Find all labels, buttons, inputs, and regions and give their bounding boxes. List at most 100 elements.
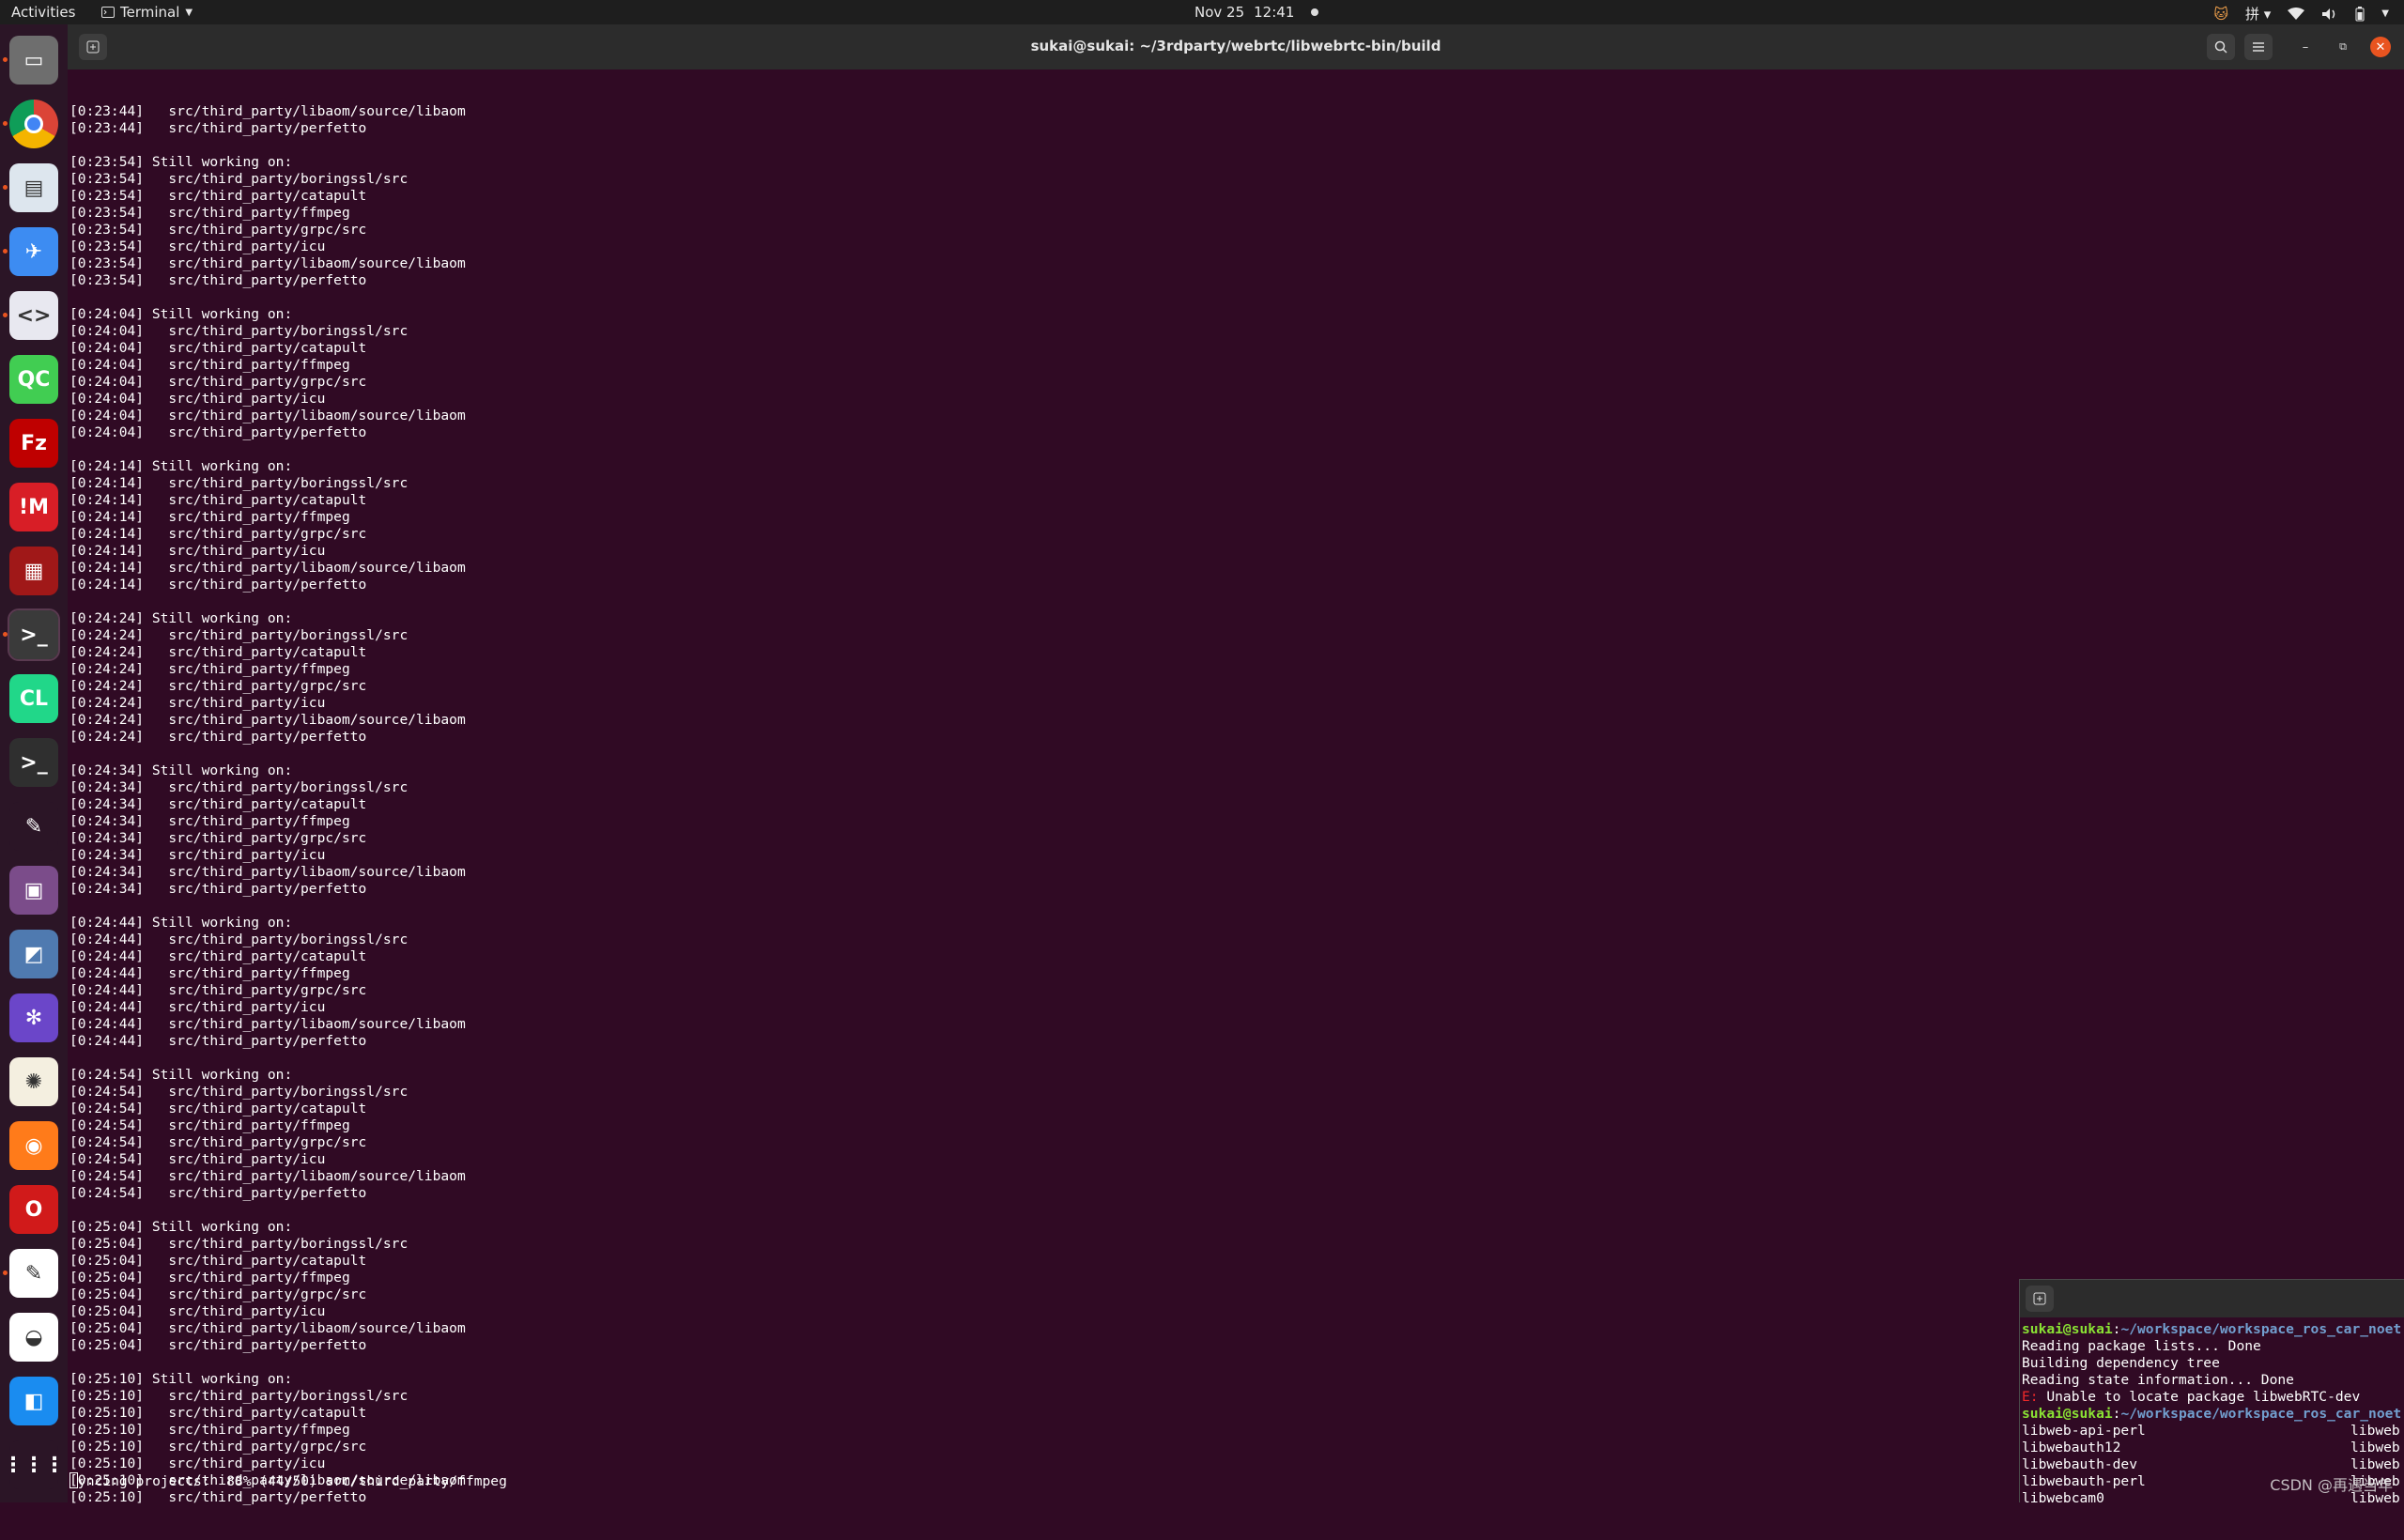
package-name: libwebcam0 xyxy=(2022,1490,2104,1502)
terminal-line xyxy=(69,441,2134,458)
dock-rviz-icon[interactable]: ◒ xyxy=(9,1313,58,1362)
dock-firefox-icon[interactable]: ◉ xyxy=(9,1121,58,1170)
terminal-line: [0:24:44] src/third_party/boringssl/src xyxy=(69,932,2134,948)
terminal-line: [0:24:14] Still working on: xyxy=(69,458,2134,475)
status-line: yncing projects: 88% (44/50) src/third_p… xyxy=(69,1472,507,1490)
dock-opera-icon[interactable]: O xyxy=(9,1185,58,1234)
terminal-line: [0:23:44] src/third_party/perfetto xyxy=(69,120,2134,137)
terminal-line: [0:24:44] src/third_party/grpc/src xyxy=(69,982,2134,999)
running-indicator xyxy=(3,313,8,317)
terminal-line: [0:24:54] src/third_party/catapult xyxy=(69,1101,2134,1117)
search-button[interactable] xyxy=(2207,34,2235,60)
terminal-line: [0:24:34] src/third_party/catapult xyxy=(69,796,2134,813)
dock-clion-icon[interactable]: CL xyxy=(9,674,58,723)
dock-qt-creator-icon[interactable]: QC xyxy=(9,355,58,404)
terminal-lines: [0:23:44] src/third_party/libaom/source/… xyxy=(68,69,2134,1540)
prompt-line: sukai@sukai:~/workspace/workspace_ros_ca… xyxy=(2022,1321,2404,1338)
cursor xyxy=(69,1472,78,1488)
package-name: libwebauth12 xyxy=(2022,1440,2120,1455)
terminal-line: [0:25:10] Still working on: xyxy=(69,1371,2134,1388)
dock: ▭ ▤ ✈ <> QC Fz !M ▦ >_ CL >_ ✎ ▣ ◩ ✻ ✺ ◉ O ✎ ◒ ◧ ⋮⋮⋮ xyxy=(0,24,68,1502)
system-tray: 🐱 拼 ▾ ▼ xyxy=(2213,4,2389,23)
terminal-line xyxy=(69,137,2134,154)
restore-icon: ⧉ xyxy=(2339,40,2347,54)
terminal-line: [0:24:14] src/third_party/libaom/source/… xyxy=(69,560,2134,577)
dock-lark-icon[interactable]: ◧ xyxy=(9,1377,58,1425)
input-method-indicator[interactable]: 拼 ▾ xyxy=(2245,4,2271,23)
error-line: E: Unable to locate package libwebRTC-de… xyxy=(2022,1389,2404,1406)
dock-screen-recorder-icon[interactable]: ▦ xyxy=(9,547,58,595)
minimize-button[interactable]: – xyxy=(2295,37,2316,57)
terminal-line: [0:25:10] src/third_party/boringssl/src xyxy=(69,1388,2134,1405)
dock-settings-tool-icon[interactable]: ✺ xyxy=(9,1057,58,1106)
terminal-line: [0:25:04] src/third_party/boringssl/src xyxy=(69,1236,2134,1253)
terminal-line: [0:25:10] src/third_party/catapult xyxy=(69,1405,2134,1422)
terminal-line: [0:25:10] src/third_party/icu xyxy=(69,1455,2134,1472)
dock-files-icon[interactable]: ▭ xyxy=(9,36,58,85)
terminal-line: [0:24:04] src/third_party/perfetto xyxy=(69,424,2134,441)
clock-time: 12:41 xyxy=(1254,4,1294,21)
terminal-line: [0:24:24] src/third_party/grpc/src xyxy=(69,678,2134,695)
new-tab-icon xyxy=(2033,1292,2046,1305)
dock-gimp-icon[interactable]: ✎ xyxy=(9,802,58,851)
terminal-line: [0:24:34] src/third_party/ffmpeg xyxy=(69,813,2134,830)
hamburger-menu-button[interactable] xyxy=(2244,34,2273,60)
terminal-line: [0:23:54] Still working on: xyxy=(69,154,2134,171)
terminal-line: [0:24:34] src/third_party/grpc/src xyxy=(69,830,2134,847)
dock-terminal-icon[interactable]: >_ xyxy=(9,610,58,659)
volume-icon[interactable] xyxy=(2321,8,2338,21)
dock-code-editor-icon[interactable]: <> xyxy=(9,291,58,340)
package-name-right: libweb xyxy=(2350,1440,2400,1456)
app-menu[interactable]: Terminal ▼ xyxy=(101,4,193,21)
terminal-line: [0:25:04] src/third_party/libaom/source/… xyxy=(69,1320,2134,1337)
clock[interactable]: Nov 25 12:41 xyxy=(1194,4,1318,21)
maximize-button[interactable]: ⧉ xyxy=(2333,37,2353,57)
dock-filezilla-icon[interactable]: Fz xyxy=(9,419,58,468)
wifi-icon[interactable] xyxy=(2288,8,2304,21)
terminal-line: [0:24:04] src/third_party/libaom/source/… xyxy=(69,408,2134,424)
window-title: sukai@sukai: ~/3rdparty/webrtc/libwebrtc… xyxy=(68,38,2404,54)
terminal-line: [0:25:10] src/third_party/ffmpeg xyxy=(69,1422,2134,1439)
running-indicator xyxy=(3,121,8,126)
output-line: Building dependency tree xyxy=(2022,1355,2404,1372)
terminal-line: [0:24:34] Still working on: xyxy=(69,762,2134,779)
clock-date: Nov 25 xyxy=(1194,4,1244,21)
terminal-line: [0:23:54] src/third_party/icu xyxy=(69,239,2134,255)
terminal-line: [0:24:44] src/third_party/perfetto xyxy=(69,1033,2134,1050)
terminal-line: [0:24:04] src/third_party/catapult xyxy=(69,340,2134,357)
package-name: libwebauth-dev xyxy=(2022,1456,2137,1472)
terminal-line: [0:24:14] src/third_party/perfetto xyxy=(69,577,2134,593)
terminal-line: [0:24:14] src/third_party/boringssl/src xyxy=(69,475,2134,492)
dock-terminal-2-icon[interactable]: >_ xyxy=(9,738,58,787)
dock-slack-like-icon[interactable]: ✻ xyxy=(9,993,58,1042)
terminal-line xyxy=(69,746,2134,762)
dock-text-editor-icon[interactable]: ✎ xyxy=(9,1249,58,1298)
watermark: CSDN @再遇当年 xyxy=(2270,1472,2393,1495)
terminal-line xyxy=(69,898,2134,915)
app-menu-label: Terminal xyxy=(120,4,179,21)
secondary-terminal-window[interactable]: sukai@sukai:~/workspace/workspace_ros_ca… xyxy=(2019,1279,2404,1502)
dock-video-player-icon[interactable]: ▣ xyxy=(9,866,58,915)
terminal-line: [0:23:54] src/third_party/boringssl/src xyxy=(69,171,2134,188)
activities-button[interactable]: Activities xyxy=(11,4,75,21)
battery-icon[interactable] xyxy=(2355,7,2365,22)
dock-chrome-icon[interactable] xyxy=(9,100,58,148)
dock-remote-desktop-icon[interactable]: ▤ xyxy=(9,163,58,212)
terminal-line: [0:25:04] Still working on: xyxy=(69,1219,2134,1236)
hamburger-icon xyxy=(2252,41,2265,53)
output-line: Reading state information... Done xyxy=(2022,1372,2404,1389)
prompt-path: ~/workspace/workspace_ros_car_noet xyxy=(2120,1406,2401,1422)
close-icon: ✕ xyxy=(2376,40,2386,54)
prompt-line: sukai@sukai:~/workspace/workspace_ros_ca… xyxy=(2022,1406,2404,1423)
cat-tray-icon[interactable]: 🐱 xyxy=(2213,6,2228,23)
terminal-line: [0:23:44] src/third_party/libaom/source/… xyxy=(69,103,2134,120)
dock-meld-icon[interactable]: !M xyxy=(9,483,58,531)
secondary-new-tab-button[interactable] xyxy=(2026,1286,2054,1312)
dock-remmina-icon[interactable]: ◩ xyxy=(9,930,58,978)
system-menu-chevron-icon[interactable]: ▼ xyxy=(2381,8,2389,19)
dock-show-apps-icon[interactable]: ⋮⋮⋮ xyxy=(9,1440,58,1489)
dock-feishu-icon[interactable]: ✈ xyxy=(9,227,58,276)
terminal-line: [0:24:04] src/third_party/boringssl/src xyxy=(69,323,2134,340)
terminal-line: [0:24:14] src/third_party/grpc/src xyxy=(69,526,2134,543)
close-button[interactable]: ✕ xyxy=(2370,37,2391,57)
